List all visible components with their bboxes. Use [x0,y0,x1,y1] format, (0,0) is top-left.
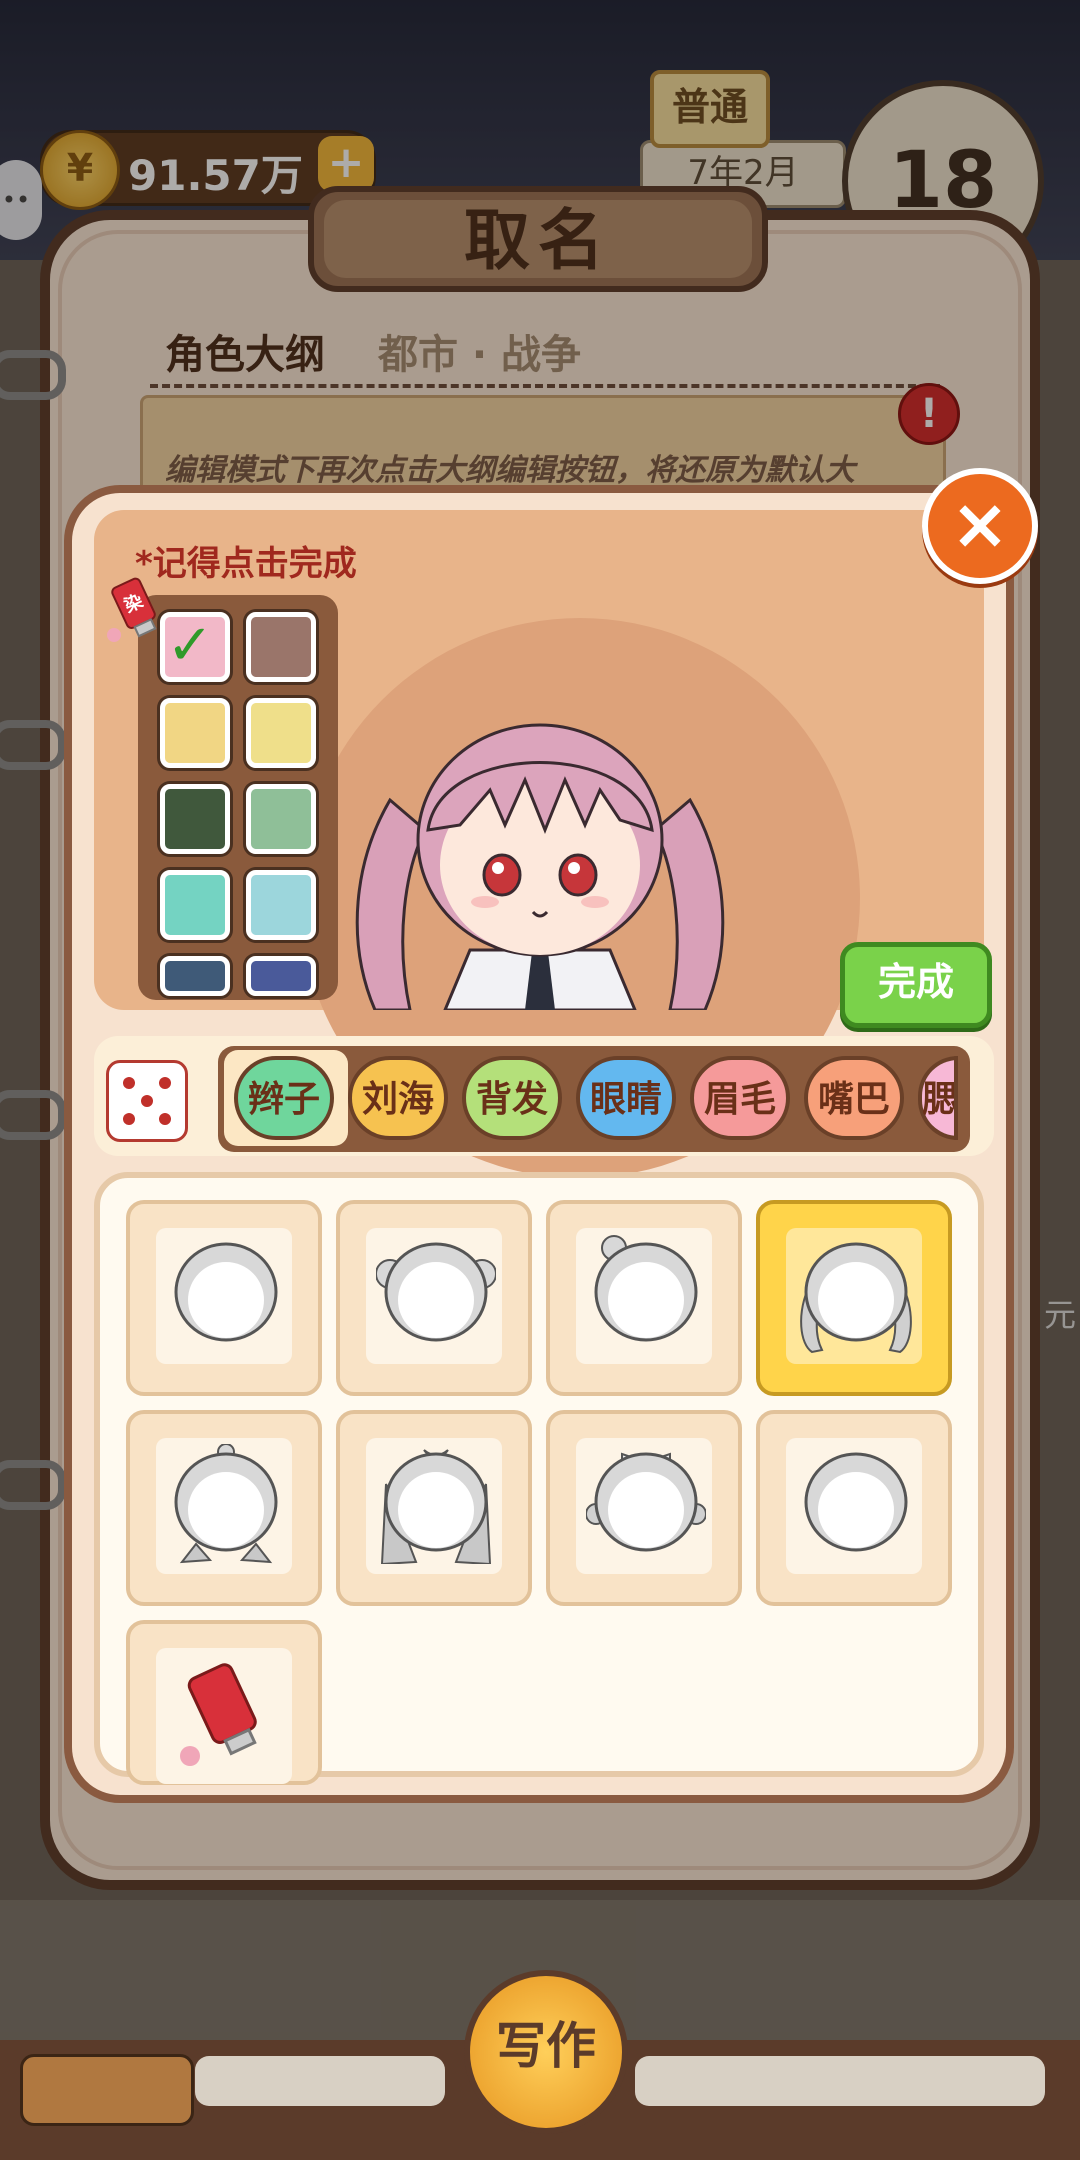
close-button[interactable]: × [922,468,1038,584]
done-button[interactable]: 完成 [840,942,992,1028]
color-swatch[interactable] [246,784,316,854]
color-swatch[interactable] [160,956,230,996]
color-swatch[interactable] [160,870,230,940]
tab-4[interactable]: 眼睛 [576,1056,676,1140]
dice-icon[interactable] [106,1060,188,1142]
hair-style-option[interactable] [126,1410,322,1606]
bottom-right-slot[interactable] [635,2056,1045,2106]
hair-low-tails-icon [174,1444,278,1564]
color-swatch[interactable] [246,698,316,768]
hair-plain-icon [804,1452,908,1552]
hair-twin-tails-icon [800,1242,912,1354]
color-swatch[interactable] [160,698,230,768]
bottom-mid-slot[interactable] [195,2056,445,2106]
color-swatch[interactable] [246,870,316,940]
character-preview [355,723,725,1010]
hair-style-option[interactable] [756,1410,952,1606]
tab-5[interactable]: 眉毛 [690,1056,790,1140]
hair-style-option[interactable] [546,1200,742,1396]
color-swatch[interactable] [246,956,316,996]
tab-2[interactable]: 刘海 [348,1056,448,1140]
hair-ribbon-long-icon [380,1449,492,1564]
tab-6[interactable]: 嘴巴 [804,1056,904,1140]
hair-style-option[interactable] [126,1200,322,1396]
hair-style-option[interactable] [336,1410,532,1606]
write-button[interactable]: 写作 [464,1970,628,2134]
tab-1[interactable]: 辫子 [234,1056,334,1140]
hair-bow-braids-icon [586,1452,706,1552]
hair-style-option[interactable] [546,1410,742,1606]
hair-side-buns-icon [376,1242,496,1342]
tab-3[interactable]: 背发 [462,1056,562,1140]
hair-style-option[interactable] [336,1200,532,1396]
hair-none-icon [174,1242,278,1342]
hair-style-option[interactable] [756,1200,952,1396]
bottom-left-button[interactable] [20,2054,194,2126]
color-swatch[interactable] [246,612,316,682]
hair-single-bun-icon [594,1235,698,1342]
dye-tube-icon [180,1663,257,1766]
color-swatch[interactable] [160,784,230,854]
hair-style-option[interactable] [126,1620,322,1785]
dye-tube-icon: 染 [107,577,157,642]
